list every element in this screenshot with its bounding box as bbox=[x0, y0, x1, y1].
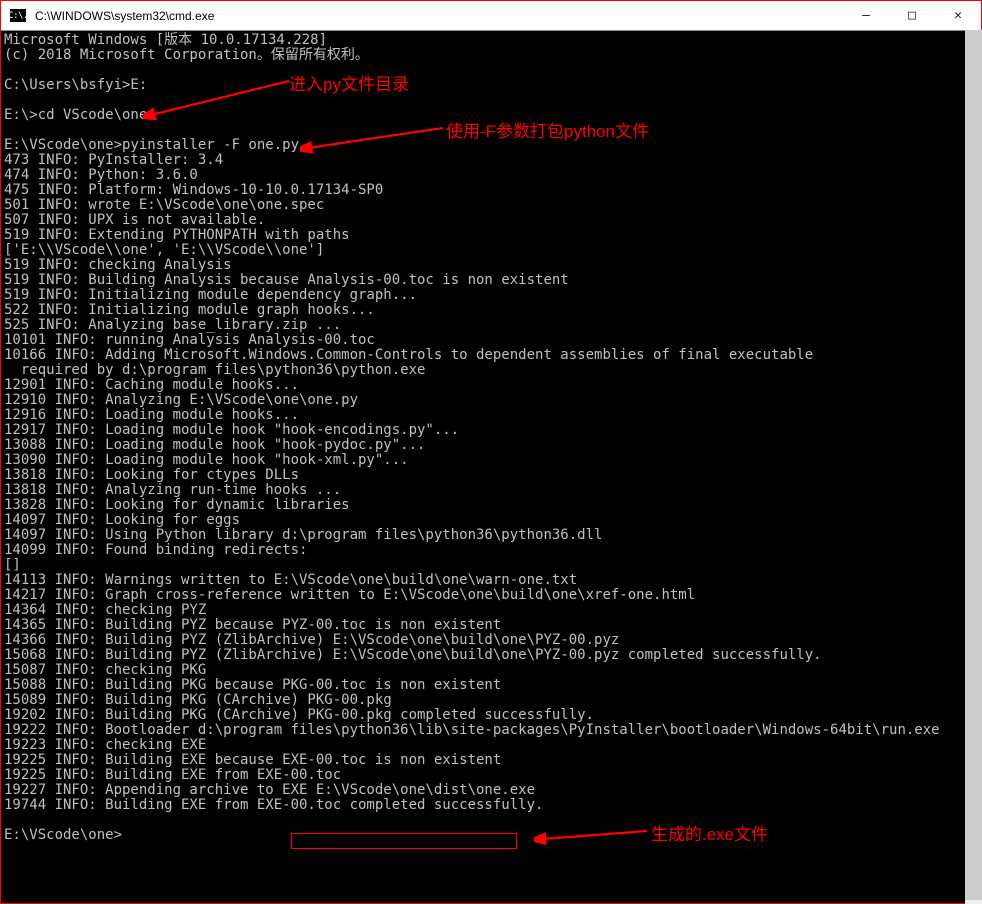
maximize-button[interactable]: □ bbox=[889, 1, 935, 30]
app-icon-slot: C:\. bbox=[1, 9, 35, 22]
cmd-icon: C:\. bbox=[10, 9, 26, 22]
window-controls: — □ ✕ bbox=[843, 1, 981, 30]
minimize-button[interactable]: — bbox=[843, 1, 889, 30]
titlebar[interactable]: C:\. C:\WINDOWS\system32\cmd.exe — □ ✕ bbox=[1, 1, 981, 31]
terminal-output[interactable]: Microsoft Windows [版本 10.0.17134.228] (c… bbox=[1, 31, 981, 903]
close-button[interactable]: ✕ bbox=[935, 1, 981, 30]
vertical-scrollbar[interactable] bbox=[965, 30, 982, 904]
cmd-window: C:\. C:\WINDOWS\system32\cmd.exe — □ ✕ M… bbox=[0, 0, 982, 904]
window-title: C:\WINDOWS\system32\cmd.exe bbox=[35, 9, 843, 23]
scrollbar-thumb[interactable] bbox=[965, 30, 982, 900]
